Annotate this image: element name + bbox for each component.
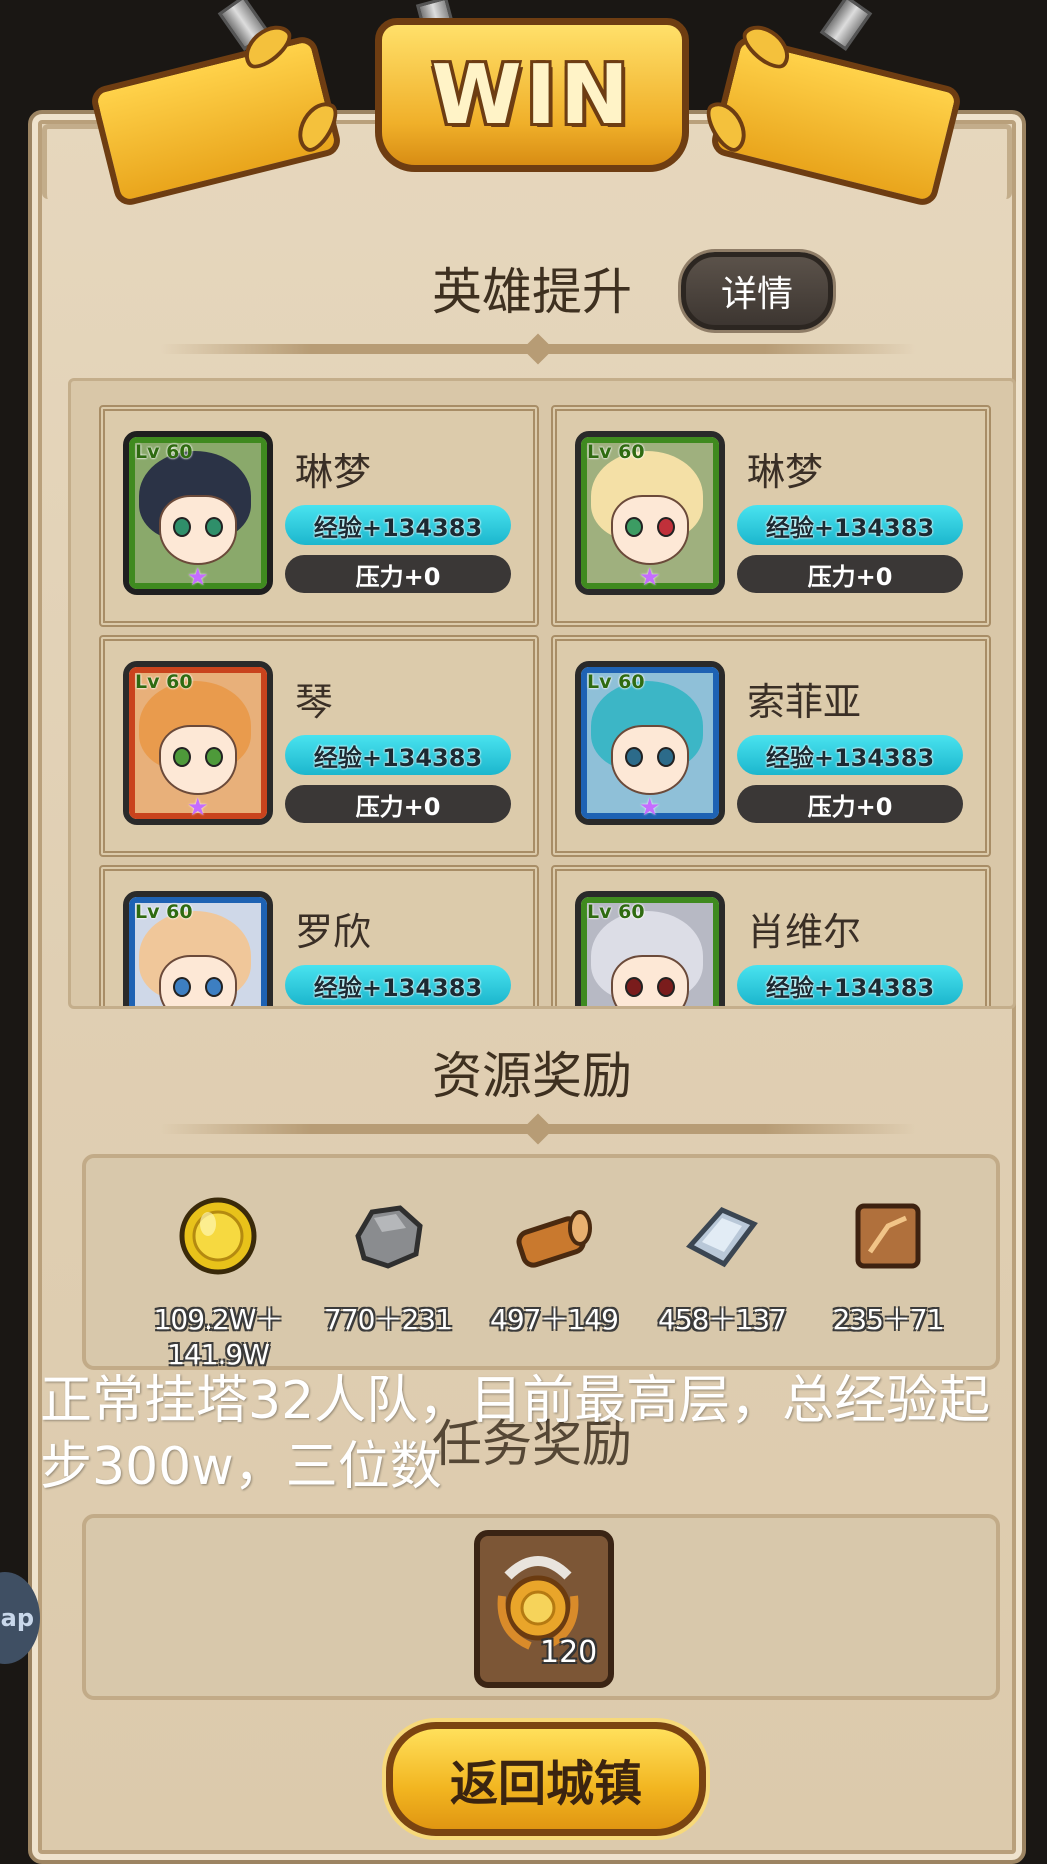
hero-card[interactable]: Lv 60 肖维尔 经验+134383 bbox=[551, 865, 991, 1006]
resource-item-stone[interactable]: 770＋231 bbox=[308, 1186, 468, 1356]
hero-name: 索菲亚 bbox=[747, 680, 862, 724]
hero-exp-gain: 经验+134383 bbox=[285, 735, 511, 775]
hero-pressure: 压力+0 bbox=[737, 785, 963, 823]
hero-eye bbox=[625, 747, 643, 767]
hero-portrait[interactable]: Lv 60 ★ bbox=[123, 661, 273, 825]
hero-portrait[interactable]: Lv 60 ★ bbox=[123, 431, 273, 595]
hero-eye bbox=[173, 747, 191, 767]
hero-portrait[interactable]: Lv 60 ★ bbox=[575, 431, 725, 595]
win-title: WIN bbox=[431, 47, 633, 143]
star-icon: ★ bbox=[639, 793, 661, 821]
hero-name: 琳梦 bbox=[747, 450, 824, 494]
hero-portrait[interactable]: Lv 60 bbox=[123, 891, 273, 1006]
section-divider bbox=[160, 1124, 916, 1134]
hero-pressure: 压力+0 bbox=[285, 785, 511, 823]
hero-eye bbox=[657, 977, 675, 997]
hero-eye bbox=[173, 977, 191, 997]
star-icon: ★ bbox=[187, 563, 209, 591]
hero-level: Lv 60 bbox=[135, 901, 193, 923]
hero-card[interactable]: Lv 60 ★ 索菲亚 经验+134383 压力+0 bbox=[551, 635, 991, 857]
hero-portrait[interactable]: Lv 60 bbox=[575, 891, 725, 1006]
hero-eye bbox=[205, 977, 223, 997]
resource-value: 770＋231 bbox=[324, 1303, 453, 1336]
star-icon: ★ bbox=[639, 563, 661, 591]
section-divider bbox=[160, 344, 916, 354]
hero-pressure: 压力+0 bbox=[285, 555, 511, 593]
hero-card[interactable]: Lv 60 罗欣 经验+134383 bbox=[99, 865, 539, 1006]
hero-name: 琳梦 bbox=[295, 450, 372, 494]
hero-exp-gain: 经验+134383 bbox=[285, 965, 511, 1005]
resource-item-iron[interactable]: 458＋137 bbox=[642, 1186, 802, 1356]
resource-value: 235＋71 bbox=[832, 1303, 944, 1336]
overlay-caption: 正常挂塔32人队，目前最高层，总经验起步300w，三位数 bbox=[40, 1371, 991, 1497]
hero-face bbox=[159, 725, 237, 795]
hero-level: Lv 60 bbox=[587, 671, 645, 693]
hero-face bbox=[611, 955, 689, 1006]
return-to-town-button[interactable]: 返回城镇 bbox=[386, 1722, 706, 1836]
hero-face bbox=[159, 495, 237, 565]
resource-item-wood[interactable]: 497＋149 bbox=[474, 1186, 634, 1356]
resource-item-gold[interactable]: 109.2W＋141.9W bbox=[138, 1186, 298, 1371]
hero-portrait[interactable]: Lv 60 ★ bbox=[575, 661, 725, 825]
hero-level: Lv 60 bbox=[587, 901, 645, 923]
hero-exp-gain: 经验+134383 bbox=[737, 965, 963, 1005]
resource-section-title: 资源奖励 bbox=[432, 1047, 632, 1105]
hero-section-title: 英雄提升 bbox=[432, 263, 632, 321]
hero-eye bbox=[657, 517, 675, 537]
hero-level: Lv 60 bbox=[135, 671, 193, 693]
resource-item-leather[interactable]: 235＋71 bbox=[808, 1186, 968, 1356]
hero-face bbox=[159, 955, 237, 1006]
hero-eye bbox=[657, 747, 675, 767]
detail-button[interactable]: 详情 bbox=[681, 252, 833, 330]
resource-value: 109.2W＋141.9W bbox=[153, 1303, 284, 1371]
hero-card[interactable]: Lv 60 ★ 琴 经验+134383 压力+0 bbox=[99, 635, 539, 857]
hero-card[interactable]: Lv 60 ★ 琳梦 经验+134383 压力+0 bbox=[99, 405, 539, 627]
hero-name: 琴 bbox=[295, 680, 334, 724]
hero-pressure: 压力+0 bbox=[737, 555, 963, 593]
hero-eye bbox=[205, 747, 223, 767]
ribbon-right bbox=[708, 33, 964, 209]
hero-list[interactable]: Lv 60 ★ 琳梦 经验+134383 压力+0 Lv 60 ★ 琳梦 经验+… bbox=[68, 378, 1016, 1009]
hero-name: 肖维尔 bbox=[747, 910, 862, 954]
hero-eye bbox=[625, 977, 643, 997]
hero-eye bbox=[625, 517, 643, 537]
stone-ore-icon bbox=[355, 1205, 423, 1269]
hero-face bbox=[611, 725, 689, 795]
resource-value: 458＋137 bbox=[658, 1303, 787, 1336]
task-reward-count: 120 bbox=[540, 1635, 598, 1670]
star-icon: ★ bbox=[187, 793, 209, 821]
hero-card[interactable]: Lv 60 ★ 琳梦 经验+134383 压力+0 bbox=[551, 405, 991, 627]
hero-eye bbox=[173, 517, 191, 537]
win-banner: WIN bbox=[60, 0, 990, 250]
hero-exp-gain: 经验+134383 bbox=[285, 505, 511, 545]
hero-exp-gain: 经验+134383 bbox=[737, 735, 963, 775]
hero-level: Lv 60 bbox=[587, 441, 645, 463]
gold-coin-icon bbox=[179, 1197, 257, 1275]
iron-ingot-icon bbox=[686, 1206, 758, 1268]
hero-exp-gain: 经验+134383 bbox=[737, 505, 963, 545]
hero-eye bbox=[205, 517, 223, 537]
hero-name: 罗欣 bbox=[295, 910, 372, 954]
win-ribbon: WIN bbox=[375, 18, 689, 172]
leather-hide-icon bbox=[855, 1203, 921, 1269]
hero-face bbox=[611, 495, 689, 565]
resource-value: 497＋149 bbox=[490, 1303, 619, 1336]
resource-reward-box: 109.2W＋141.9W 770＋231 497＋149 458＋137 23… bbox=[82, 1154, 1000, 1371]
hero-level: Lv 60 bbox=[135, 441, 193, 463]
wood-log-icon bbox=[516, 1210, 592, 1268]
